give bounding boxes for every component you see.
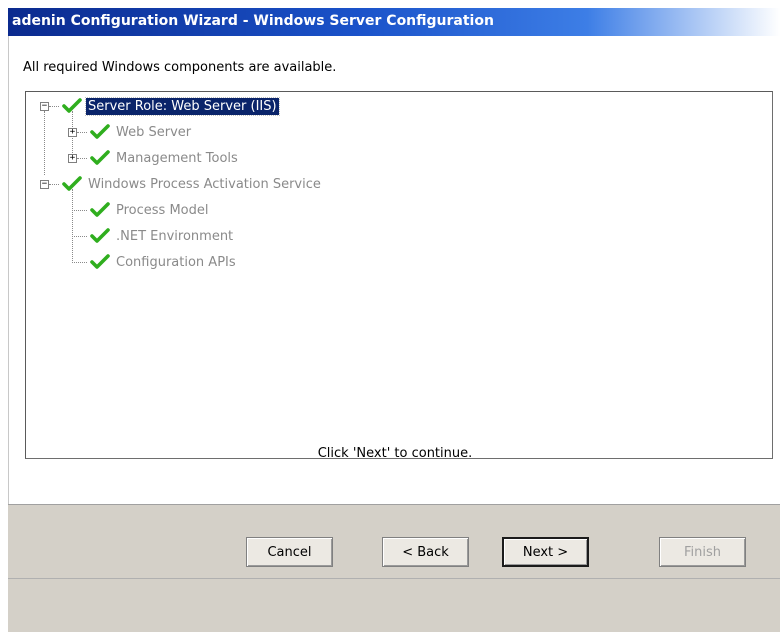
tree-line xyxy=(72,210,87,211)
tree-node-label: Web Server xyxy=(116,124,192,140)
back-button[interactable]: < Back xyxy=(382,537,469,567)
green-check-icon xyxy=(90,202,110,217)
tree-node-server-role[interactable]: Server Role: Web Server (IIS) xyxy=(62,95,280,117)
tree-node-label: Process Model xyxy=(116,202,209,218)
tree-node-management-tools[interactable]: Management Tools xyxy=(90,147,240,169)
tree-node-label: Server Role: Web Server (IIS) xyxy=(85,96,280,116)
tree-node-configuration-apis[interactable]: Configuration APIs xyxy=(90,251,238,273)
green-check-icon xyxy=(90,254,110,269)
status-bar xyxy=(8,578,780,632)
next-button[interactable]: Next > xyxy=(502,537,589,567)
green-check-icon xyxy=(90,124,110,139)
tree-node-net-environment[interactable]: .NET Environment xyxy=(90,225,235,247)
tree-line xyxy=(44,111,45,175)
status-message: All required Windows components are avai… xyxy=(23,60,337,75)
window-title: adenin Configuration Wizard - Windows Se… xyxy=(12,13,494,29)
tree-line xyxy=(77,132,87,133)
collapse-toggle-icon[interactable]: − xyxy=(40,102,49,111)
tree-line xyxy=(72,236,87,237)
tree-node-label: Configuration APIs xyxy=(116,254,236,270)
tree-line xyxy=(49,106,59,107)
tree-line xyxy=(72,189,73,263)
cancel-button[interactable]: Cancel xyxy=(246,537,333,567)
expand-toggle-icon[interactable]: + xyxy=(68,128,77,137)
tree-line xyxy=(77,158,87,159)
tree-node-web-server[interactable]: Web Server xyxy=(90,121,193,143)
tree-node-label: Windows Process Activation Service xyxy=(88,176,321,192)
continue-message: Click 'Next' to continue. xyxy=(317,446,473,461)
green-check-icon xyxy=(62,98,82,113)
expand-toggle-icon[interactable]: + xyxy=(68,154,77,163)
button-panel: Cancel < Back Next > Finish xyxy=(8,504,780,579)
title-bar: adenin Configuration Wizard - Windows Se… xyxy=(8,8,780,36)
collapse-toggle-icon[interactable]: − xyxy=(40,180,49,189)
tree-node-was[interactable]: Windows Process Activation Service xyxy=(62,173,323,195)
green-check-icon xyxy=(90,150,110,165)
green-check-icon xyxy=(90,228,110,243)
tree-line xyxy=(72,262,87,263)
tree-node-label: .NET Environment xyxy=(116,228,234,244)
tree-node-process-model[interactable]: Process Model xyxy=(90,199,210,221)
tree-node-label: Management Tools xyxy=(116,150,238,166)
finish-button: Finish xyxy=(659,537,746,567)
tree-line xyxy=(49,184,59,185)
green-check-icon xyxy=(62,176,82,191)
components-tree[interactable]: − + + − Server Role: Web Server (IIS) We… xyxy=(25,91,773,459)
